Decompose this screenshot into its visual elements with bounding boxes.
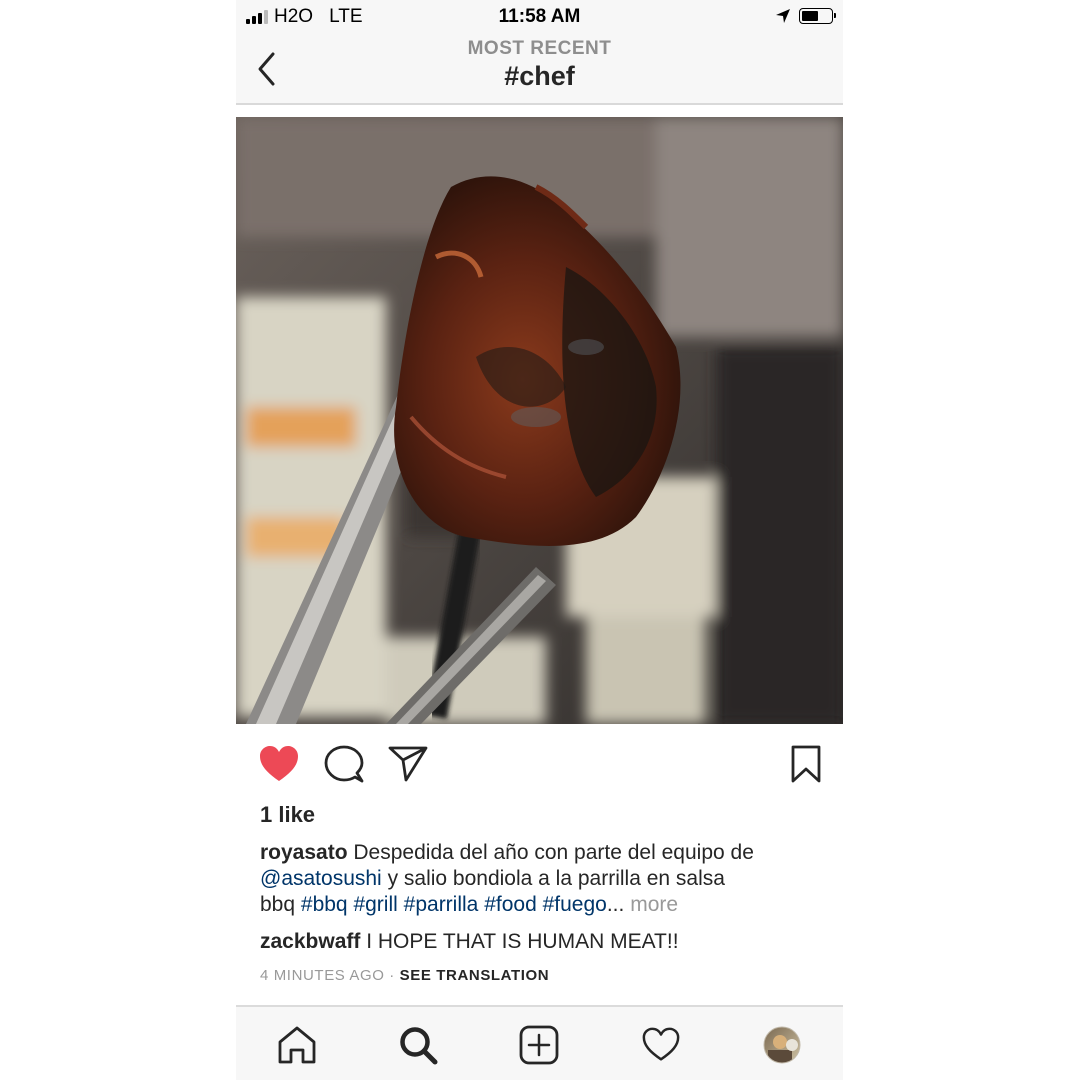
battery-icon <box>799 8 836 24</box>
meta-separator: · <box>389 967 395 984</box>
status-right <box>775 8 836 24</box>
add-post-icon[interactable] <box>519 1025 559 1065</box>
profile-avatar[interactable] <box>762 1025 802 1065</box>
hashtag-link[interactable]: #fuego <box>543 893 607 916</box>
caption-username[interactable]: royasato <box>260 841 348 864</box>
hashtag-link[interactable]: #food <box>484 893 537 916</box>
comment: zackbwaff I HOPE THAT IS HUMAN MEAT!! <box>260 929 830 955</box>
mention-link[interactable]: @asatosushi <box>260 867 382 890</box>
timestamp: 4 MINUTES AGO <box>260 967 385 984</box>
search-icon[interactable] <box>398 1025 438 1065</box>
see-translation-link[interactable]: SEE TRANSLATION <box>400 967 550 984</box>
hashtag-link[interactable]: #parrilla <box>404 893 479 916</box>
hashtag-link[interactable]: #bbq <box>301 893 348 916</box>
tab-bar <box>236 1005 843 1080</box>
post-photo[interactable] <box>236 117 843 724</box>
caption-text: y salio bondiola a la parrilla en salsa <box>387 867 725 890</box>
more-link[interactable]: more <box>630 893 678 916</box>
share-icon[interactable] <box>388 744 428 784</box>
activity-heart-icon[interactable] <box>641 1025 681 1065</box>
like-count[interactable]: 1 like <box>260 802 315 828</box>
heart-icon[interactable] <box>258 744 300 784</box>
comment-icon[interactable] <box>324 744 364 784</box>
caption-text: Despedida del año con parte del equipo d… <box>353 841 754 864</box>
post-actions <box>236 740 843 790</box>
comment-text: I HOPE THAT IS HUMAN MEAT!! <box>366 930 679 953</box>
hashtag-title: #chef <box>504 61 575 91</box>
bookmark-icon[interactable] <box>790 744 822 784</box>
status-time: 11:58 AM <box>498 6 581 27</box>
caption-text: bbq <box>260 893 296 916</box>
post-meta: 4 MINUTES AGO · SEE TRANSLATION <box>260 967 549 984</box>
comment-username[interactable]: zackbwaff <box>260 930 360 953</box>
caption-ellipsis: ... <box>606 893 625 916</box>
post-caption: royasato Despedida del año con parte del… <box>260 840 830 918</box>
hashtag-link[interactable]: #grill <box>353 893 397 916</box>
top-bar: H2O LTE 11:58 AM MOST RECENT #chef <box>236 0 843 105</box>
location-arrow-icon <box>776 9 790 23</box>
instagram-screen: H2O LTE 11:58 AM MOST RECENT #chef 1 lik… <box>236 0 843 1080</box>
home-icon[interactable] <box>276 1025 318 1065</box>
grilled-meat-photo <box>236 117 843 724</box>
header-subtitle: MOST RECENT <box>467 38 612 59</box>
